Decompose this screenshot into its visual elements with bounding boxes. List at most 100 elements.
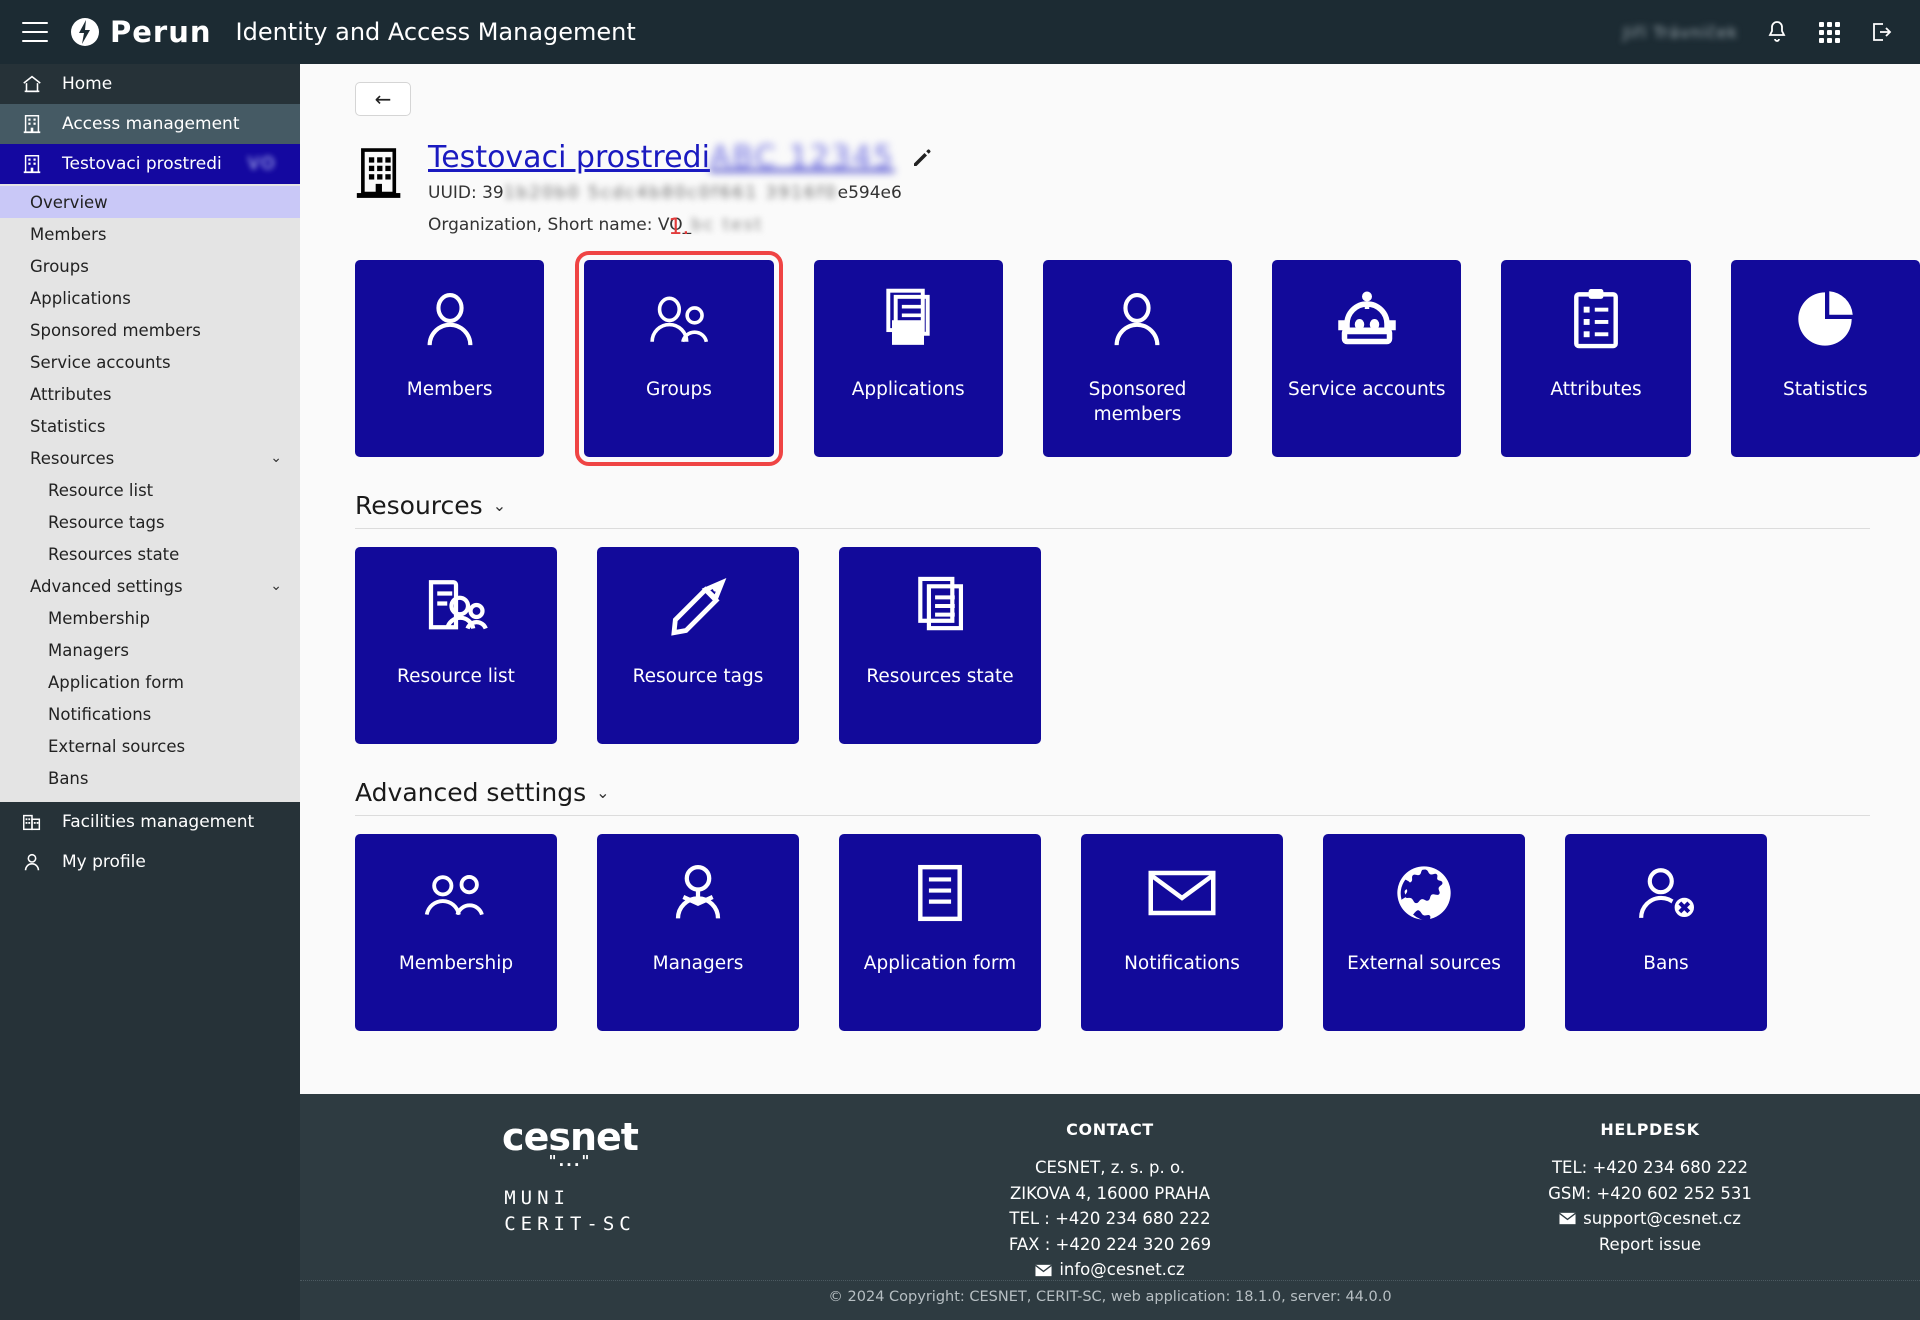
sidebar-item-resources[interactable]: Resources ⌄ xyxy=(0,442,300,474)
tile-members[interactable]: Members xyxy=(355,260,545,457)
section-title-text: Resources xyxy=(355,491,483,520)
advanced-settings-section-toggle[interactable]: Advanced settings ⌄ xyxy=(355,778,1870,807)
sidebar-item-application-form[interactable]: Application form xyxy=(0,666,300,698)
sidebar-item-label: Testovaci prostredi xyxy=(62,154,222,174)
sidebar-item-sponsored-members[interactable]: Sponsored members xyxy=(0,314,300,346)
sidebar-item-access-management[interactable]: Access management xyxy=(0,104,300,144)
sidebar-item-home[interactable]: Home xyxy=(0,64,300,104)
tile-attributes[interactable]: Attributes xyxy=(1501,260,1691,457)
tile-label: Attributes xyxy=(1550,379,1642,400)
helpdesk-line: GSM: +420 602 252 531 xyxy=(1548,1183,1752,1203)
person-icon xyxy=(417,260,483,378)
sidebar-item-resources-state[interactable]: Resources state xyxy=(0,538,300,570)
hamburger-icon[interactable] xyxy=(22,22,48,42)
tile-label: Resource tags xyxy=(632,666,764,687)
tile-resource-tags[interactable]: Resource tags xyxy=(597,547,799,744)
advanced-settings-section-header: Advanced settings ⌄ xyxy=(355,778,1870,816)
sidebar-item-my-profile[interactable]: My profile xyxy=(0,842,300,882)
tile-managers[interactable]: Managers xyxy=(597,834,799,1031)
tile-notifications[interactable]: Notifications xyxy=(1081,834,1283,1031)
sidebar-item-advanced-settings[interactable]: Advanced settings ⌄ xyxy=(0,570,300,602)
tile-resources-state[interactable]: Resources state xyxy=(839,547,1041,744)
resources-tiles: Resource list Resource tags Resources st… xyxy=(300,547,1920,744)
sidebar-item-notifications[interactable]: Notifications xyxy=(0,698,300,730)
brand-name: Perun xyxy=(110,15,212,49)
tile-membership[interactable]: Membership xyxy=(355,834,557,1031)
tile-label: Applications xyxy=(851,379,965,400)
person-icon xyxy=(20,850,44,874)
resources-section-header: Resources ⌄ xyxy=(355,491,1870,529)
manager-icon xyxy=(666,834,730,952)
back-button[interactable]: ← xyxy=(355,82,411,116)
tile-applications[interactable]: Applications xyxy=(813,260,1003,457)
sidebar-item-groups[interactable]: Groups xyxy=(0,250,300,282)
contact-line: ZIKOVA 4, 16000 PRAHA xyxy=(1010,1183,1210,1203)
chevron-down-icon: ⌄ xyxy=(492,496,507,515)
organization-name[interactable]: Testovaci prostrediABC 12345 xyxy=(428,140,894,175)
brand-logo[interactable]: Perun xyxy=(70,15,212,49)
sidebar-subitem-label: Advanced settings xyxy=(30,576,183,596)
report-issue-link[interactable]: Report issue xyxy=(1599,1232,1701,1258)
sidebar-item-resource-list[interactable]: Resource list xyxy=(0,474,300,506)
pencil-tag-icon xyxy=(666,547,730,665)
sidebar-item-statistics[interactable]: Statistics xyxy=(0,410,300,442)
contact-heading: CONTACT xyxy=(1066,1120,1154,1139)
sidebar-item-bans[interactable]: Bans xyxy=(0,762,300,794)
tile-statistics[interactable]: Statistics xyxy=(1730,260,1920,457)
bell-icon[interactable] xyxy=(1764,19,1790,45)
contact-line: TEL : +420 234 680 222 xyxy=(1009,1209,1211,1229)
tile-label: Application form xyxy=(863,953,1017,974)
sidebar-item-external-sources[interactable]: External sources xyxy=(0,730,300,762)
sidebar-subitem-label: Members xyxy=(30,224,107,244)
form-icon xyxy=(911,834,969,952)
resource-list-icon xyxy=(421,547,491,665)
sidebar-item-managers[interactable]: Managers xyxy=(0,634,300,666)
person-ban-icon xyxy=(1632,834,1700,952)
main-content: ← Testovaci prostrediABC 12345 UUID: 391… xyxy=(300,64,1920,1094)
apps-grid-icon[interactable] xyxy=(1816,19,1842,45)
tile-label: Resources state xyxy=(866,666,1014,687)
people-icon xyxy=(643,260,715,378)
sidebar-bottom-group: Facilities management My profile xyxy=(0,802,300,882)
advanced-settings-tiles: Membership Managers Application form Not… xyxy=(300,834,1920,1031)
sidebar-item-overview[interactable]: Overview xyxy=(0,186,300,218)
tile-external-sources[interactable]: External sources xyxy=(1323,834,1525,1031)
sidebar-item-membership[interactable]: Membership xyxy=(0,602,300,634)
facility-icon xyxy=(20,810,44,834)
sidebar-subitem-label: Resource tags xyxy=(48,512,165,532)
sidebar-item-attributes[interactable]: Attributes xyxy=(0,378,300,410)
sidebar-subitem-label: Managers xyxy=(48,640,129,660)
shortname-blurred: bc test xyxy=(691,214,764,235)
globe-icon xyxy=(1392,834,1456,952)
sidebar-subitem-label: Bans xyxy=(48,768,89,788)
sidebar-subitem-label: Application form xyxy=(48,672,184,692)
step-annotation: 1. xyxy=(668,215,690,240)
footer: cesnet "..." MUNI CERIT-SC CONTACT CESNE… xyxy=(300,1094,1920,1320)
envelope-icon xyxy=(1559,1213,1577,1225)
sidebar-item-facilities-management[interactable]: Facilities management xyxy=(0,802,300,842)
applications-icon xyxy=(878,260,938,378)
sidebar-subitem-label: Applications xyxy=(30,288,131,308)
building-icon xyxy=(20,112,44,136)
resources-section-toggle[interactable]: Resources ⌄ xyxy=(355,491,1870,520)
tile-application-form[interactable]: Application form xyxy=(839,834,1041,1031)
tile-sponsored-members[interactable]: Sponsored members xyxy=(1042,260,1233,457)
sidebar-item-service-accounts[interactable]: Service accounts xyxy=(0,346,300,378)
logout-icon[interactable] xyxy=(1868,19,1894,45)
tile-service-accounts[interactable]: Service accounts xyxy=(1272,260,1462,457)
sidebar-item-testovaci-prostredi[interactable]: Testovaci prostredi VO xyxy=(0,144,300,184)
sidebar-subitem-label: Resources xyxy=(30,448,115,468)
tile-bans[interactable]: Bans xyxy=(1565,834,1767,1031)
sidebar-item-resource-tags[interactable]: Resource tags xyxy=(0,506,300,538)
tile-groups[interactable]: 1. Groups xyxy=(575,215,783,466)
sidebar-subitem-label: Resource list xyxy=(48,480,154,500)
chevron-down-icon: ⌄ xyxy=(270,450,282,466)
contact-email[interactable]: info@cesnet.cz xyxy=(1035,1257,1185,1283)
sidebar-item-applications[interactable]: Applications xyxy=(0,282,300,314)
sidebar-item-members[interactable]: Members xyxy=(0,218,300,250)
edit-pencil-icon[interactable] xyxy=(910,146,934,170)
sidebar-subitem-label: Sponsored members xyxy=(30,320,201,340)
helpdesk-email[interactable]: support@cesnet.cz xyxy=(1559,1206,1741,1232)
tile-resource-list[interactable]: Resource list xyxy=(355,547,557,744)
sidebar-item-label: Access management xyxy=(62,114,240,134)
